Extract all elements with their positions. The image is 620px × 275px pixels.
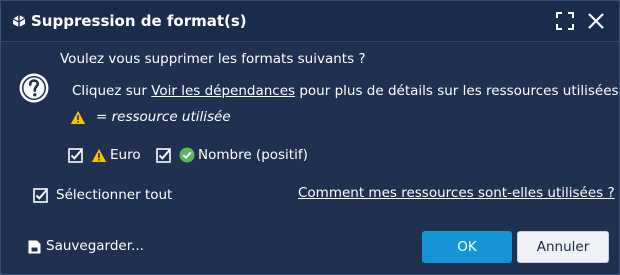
format-euro-checkbox[interactable] <box>68 148 83 163</box>
check-circle-icon <box>179 147 195 163</box>
save-button-label: Sauvegarder... <box>46 238 144 254</box>
format-deletion-dialog: Suppression de format(s) Voulez vous sup… <box>0 0 620 275</box>
warning-icon <box>70 111 86 124</box>
dependencies-info: Cliquez sur Voir les dépendances pour pl… <box>72 83 620 99</box>
detail-suffix: pour plus de détails sur les ressources … <box>295 83 620 99</box>
format-euro-label: Euro <box>110 147 141 163</box>
app-logo-icon <box>12 15 26 27</box>
cancel-button[interactable]: Annuler <box>517 231 609 263</box>
question-icon <box>19 73 49 103</box>
select-all-label: Sélectionner tout <box>56 187 173 203</box>
view-dependencies-link[interactable]: Voir les dépendances <box>151 83 295 99</box>
select-all-checkbox[interactable] <box>33 188 48 203</box>
ok-button[interactable]: OK <box>422 231 512 263</box>
close-icon[interactable] <box>586 11 606 31</box>
format-nombre-positif-label: Nombre (positif) <box>198 147 308 163</box>
title-bar: Suppression de format(s) <box>1 1 619 42</box>
confirmation-question: Voulez vous supprimer les formats suivan… <box>60 51 366 67</box>
legend-used-resource: = ressource utilisée <box>96 109 231 125</box>
warning-icon <box>91 149 107 162</box>
resources-usage-help-link[interactable]: Comment mes ressources sont-elles utilis… <box>298 185 615 201</box>
dialog-title: Suppression de format(s) <box>31 12 247 30</box>
maximize-icon[interactable] <box>555 11 575 31</box>
format-nombre-positif-checkbox[interactable] <box>156 148 171 163</box>
save-icon <box>28 240 41 254</box>
detail-prefix: Cliquez sur <box>72 83 152 99</box>
